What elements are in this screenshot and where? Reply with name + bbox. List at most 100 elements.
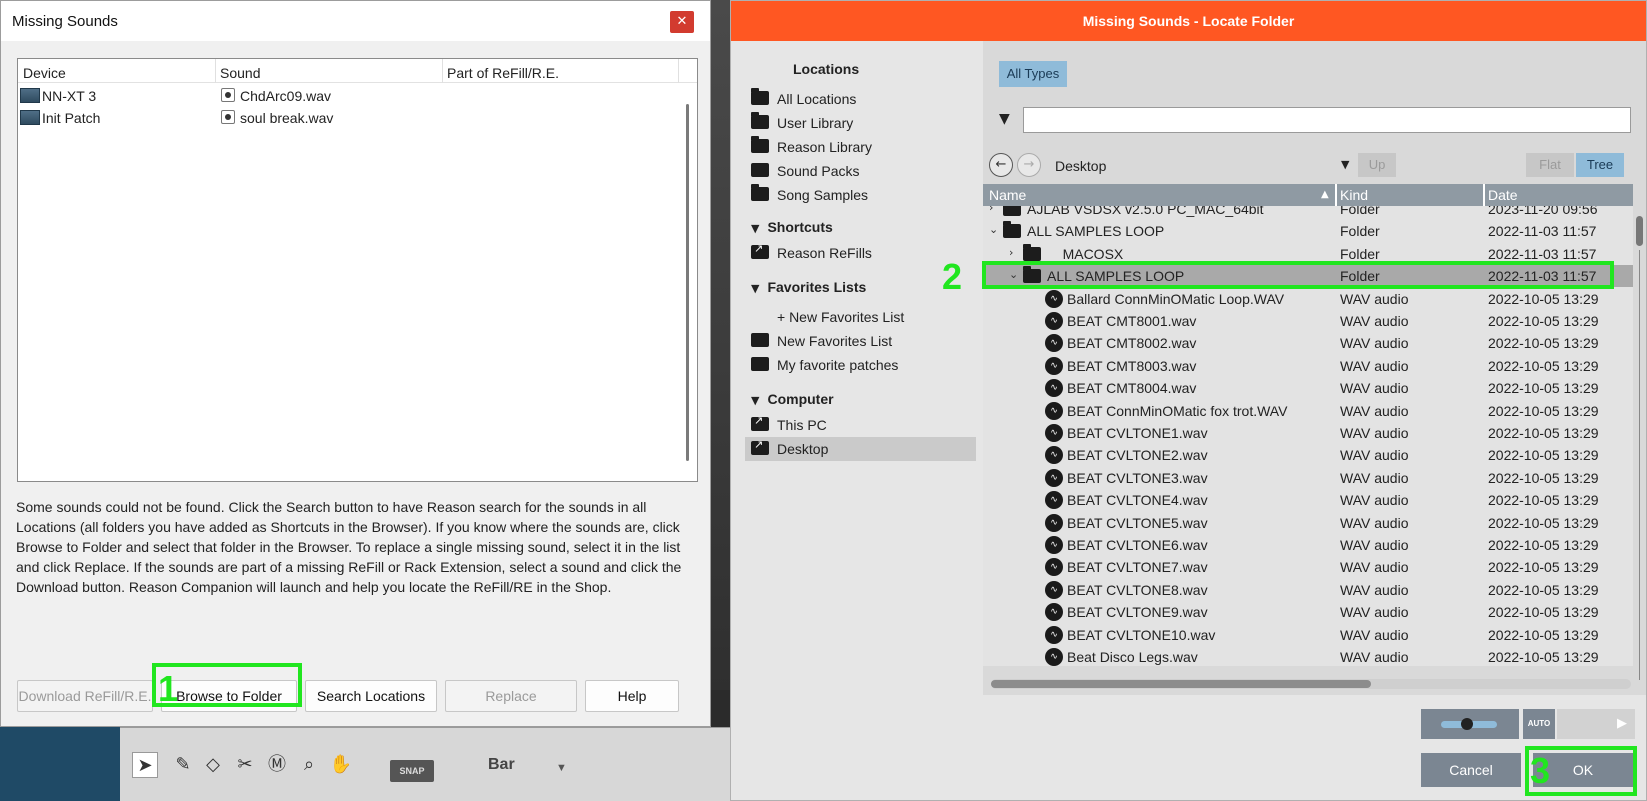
column-device[interactable]: Device xyxy=(23,65,66,81)
expand-chevron-icon[interactable]: › xyxy=(1009,246,1013,259)
file-row[interactable]: ∿ Beat Disco Legs.wav WAV audio 2022-10-05 … xyxy=(983,646,1633,666)
file-date: 2022-10-05 13:29 xyxy=(1488,313,1599,329)
sidebar-item-song-samples[interactable]: Song Samples xyxy=(745,183,976,207)
sidebar-item-desktop[interactable]: Desktop xyxy=(745,437,976,461)
list-item[interactable]: NN-XT 3 ChdArc09.wav xyxy=(18,85,678,107)
collapse-chevron-icon[interactable]: ⌄ xyxy=(989,223,998,236)
audio-wave-icon: ∿ xyxy=(1045,334,1063,353)
magnify-tool-icon[interactable]: ⌕ xyxy=(296,752,322,778)
chevron-down-icon[interactable]: ▼ xyxy=(556,762,567,774)
file-row[interactable]: ∿ BEAT CMT8003.wav WAV audio 2022-10-05 13:… xyxy=(983,355,1633,377)
missing-sounds-list[interactable]: Device Sound Part of ReFill/R.E. NN-XT 3… xyxy=(17,58,698,482)
up-button[interactable]: Up xyxy=(1358,153,1396,177)
vertical-scrollbar[interactable] xyxy=(1633,206,1646,691)
scroll-thumb[interactable] xyxy=(1636,216,1643,246)
audio-wave-icon: ∿ xyxy=(1045,536,1063,554)
audio-file-icon xyxy=(221,110,235,124)
column-sound[interactable]: Sound xyxy=(220,65,260,81)
sidebar-item-my-favorite-patches[interactable]: My favorite patches xyxy=(745,353,976,377)
file-date: 2022-10-05 13:29 xyxy=(1488,626,1599,643)
sidebar-item-all-locations[interactable]: All Locations xyxy=(745,87,976,111)
shortcuts-heading[interactable]: ▼ Shortcuts xyxy=(751,219,833,235)
search-locations-button[interactable]: Search Locations xyxy=(305,680,437,712)
file-kind: WAV audio xyxy=(1340,402,1409,419)
sort-ascending-icon[interactable]: ▲ xyxy=(1321,189,1329,200)
file-row[interactable]: ∿ BEAT CVLTONE2.wav WAV audio 2022-10-05 13… xyxy=(983,444,1633,466)
sidebar-item-new-favorites-list-action[interactable]: + New Favorites List xyxy=(745,305,976,329)
list-item[interactable]: Init Patch soul break.wav xyxy=(18,107,678,129)
file-row[interactable]: ∿ BEAT CVLTONE6.wav WAV audio 2022-10-05 13… xyxy=(983,534,1633,556)
current-path[interactable]: Desktop xyxy=(1055,158,1106,174)
group-label: Shortcuts xyxy=(767,219,833,235)
file-row[interactable]: ∿ BEAT ConnMinOMatic fox trot.WAV WAV audi… xyxy=(983,400,1633,422)
horizontal-scrollbar[interactable] xyxy=(991,679,1631,689)
search-input[interactable] xyxy=(1023,107,1631,133)
eraser-tool-icon[interactable]: ◇ xyxy=(200,752,226,778)
pencil-tool-icon[interactable]: ✎ xyxy=(170,752,196,778)
sidebar-item-label: All Locations xyxy=(777,91,857,107)
snap-value[interactable]: Bar xyxy=(488,756,515,774)
hand-tool-icon[interactable]: ✋ xyxy=(328,752,354,778)
path-dropdown-icon[interactable]: ▼ xyxy=(1341,158,1349,171)
favorites-heading[interactable]: ▼ Favorites Lists xyxy=(751,279,866,295)
sidebar-item-new-favorites-list[interactable]: New Favorites List xyxy=(745,329,976,353)
preview-volume-slider[interactable] xyxy=(1421,709,1519,739)
sound-pack-icon xyxy=(751,163,769,177)
column-date[interactable]: Date xyxy=(1488,187,1518,203)
replace-button[interactable]: Replace xyxy=(445,680,577,712)
file-row[interactable]: ∿ BEAT CMT8001.wav WAV audio 2022-10-05 13:… xyxy=(983,310,1633,332)
column-name[interactable]: Name xyxy=(989,187,1026,203)
all-types-filter[interactable]: All Types xyxy=(999,61,1067,87)
column-refill[interactable]: Part of ReFill/R.E. xyxy=(447,65,559,81)
file-row[interactable]: ∿ BEAT CVLTONE8.wav WAV audio 2022-10-05 13… xyxy=(983,579,1633,601)
file-name: BEAT CVLTONE1.wav xyxy=(1067,425,1208,441)
column-kind[interactable]: Kind xyxy=(1340,187,1368,203)
sidebar-item-this-pc[interactable]: This PC xyxy=(745,413,976,437)
play-icon[interactable]: ▶ xyxy=(1557,709,1635,739)
auto-preview-button[interactable]: AUTO xyxy=(1523,709,1555,739)
file-row[interactable]: ∿ BEAT CVLTONE10.wav WAV audio 2022-10-05 1… xyxy=(983,624,1633,646)
file-name: __MACOSX xyxy=(1047,245,1124,262)
file-row[interactable]: ∿ Ballard ConnMinOMatic Loop.WAV WAV audio… xyxy=(983,288,1633,310)
file-name: BEAT CVLTONE4.wav xyxy=(1067,492,1208,509)
file-date: 2022-10-05 13:29 xyxy=(1488,649,1599,665)
folder-row[interactable]: › AJLAB VSDSX v2.5.0 PC_MAC_64bit Folder 20… xyxy=(983,206,1633,220)
close-icon[interactable]: ✕ xyxy=(670,11,694,33)
sidebar-item-sound-packs[interactable]: Sound Packs xyxy=(745,159,976,183)
computer-heading[interactable]: ▼ Computer xyxy=(751,391,834,407)
cancel-button[interactable]: Cancel xyxy=(1421,753,1521,787)
file-row[interactable]: ∿ BEAT CMT8004.wav WAV audio 2022-10-05 13:… xyxy=(983,377,1633,399)
flat-view-button[interactable]: Flat xyxy=(1526,153,1574,177)
scroll-thumb[interactable] xyxy=(991,680,1371,688)
snap-toggle[interactable]: SNAP xyxy=(390,760,434,782)
file-row[interactable]: ∿ BEAT CVLTONE3.wav WAV audio 2022-10-05 13… xyxy=(983,467,1633,489)
device-icon xyxy=(20,88,40,103)
slider-knob[interactable] xyxy=(1461,718,1473,730)
highlight-box-2 xyxy=(982,261,1614,289)
file-row[interactable]: ∿ BEAT CVLTONE9.wav WAV audio 2022-10-05 13… xyxy=(983,601,1633,623)
razor-tool-icon[interactable]: ✂ xyxy=(232,752,258,778)
back-arrow-icon[interactable]: ← xyxy=(989,153,1013,177)
tree-view-button[interactable]: Tree xyxy=(1576,153,1624,177)
forward-arrow-icon[interactable]: → xyxy=(1017,153,1041,177)
help-button[interactable]: Help xyxy=(585,680,679,712)
file-row[interactable]: ∿ BEAT CMT8002.wav WAV audio 2022-10-05 13:… xyxy=(983,332,1633,354)
file-row[interactable]: ∿ BEAT CVLTONE1.wav WAV audio 2022-10-05 13… xyxy=(983,422,1633,444)
file-row[interactable]: ∿ BEAT CVLTONE7.wav WAV audio 2022-10-05 13… xyxy=(983,556,1633,578)
file-kind: WAV audio xyxy=(1340,335,1409,352)
expand-chevron-icon[interactable]: › xyxy=(989,206,993,214)
download-refill-button[interactable]: Download ReFill/R.E. xyxy=(17,680,153,712)
browser-main: All Types ▼ ← → Desktop ▼ Up Flat Tree N… xyxy=(983,41,1646,695)
mute-tool-icon[interactable]: Ⓜ xyxy=(264,752,290,778)
folder-row[interactable]: ⌄ ALL SAMPLES LOOP Folder 2022-11-03 11:57 xyxy=(983,220,1633,242)
pointer-tool-icon[interactable]: ➤ xyxy=(132,752,158,778)
folder-icon xyxy=(751,112,769,129)
file-row[interactable]: ∿ BEAT CVLTONE4.wav WAV audio 2022-10-05 13… xyxy=(983,489,1633,511)
list-scrollbar[interactable] xyxy=(686,104,689,461)
file-kind: WAV audio xyxy=(1340,649,1409,665)
sidebar-item-reason-library[interactable]: Reason Library xyxy=(745,135,976,159)
file-date: 2022-10-05 13:29 xyxy=(1488,581,1599,598)
file-row[interactable]: ∿ BEAT CVLTONE5.wav WAV audio 2022-10-05 13… xyxy=(983,512,1633,534)
sidebar-item-user-library[interactable]: User Library xyxy=(745,111,976,135)
filter-icon[interactable]: ▼ xyxy=(999,111,1010,127)
